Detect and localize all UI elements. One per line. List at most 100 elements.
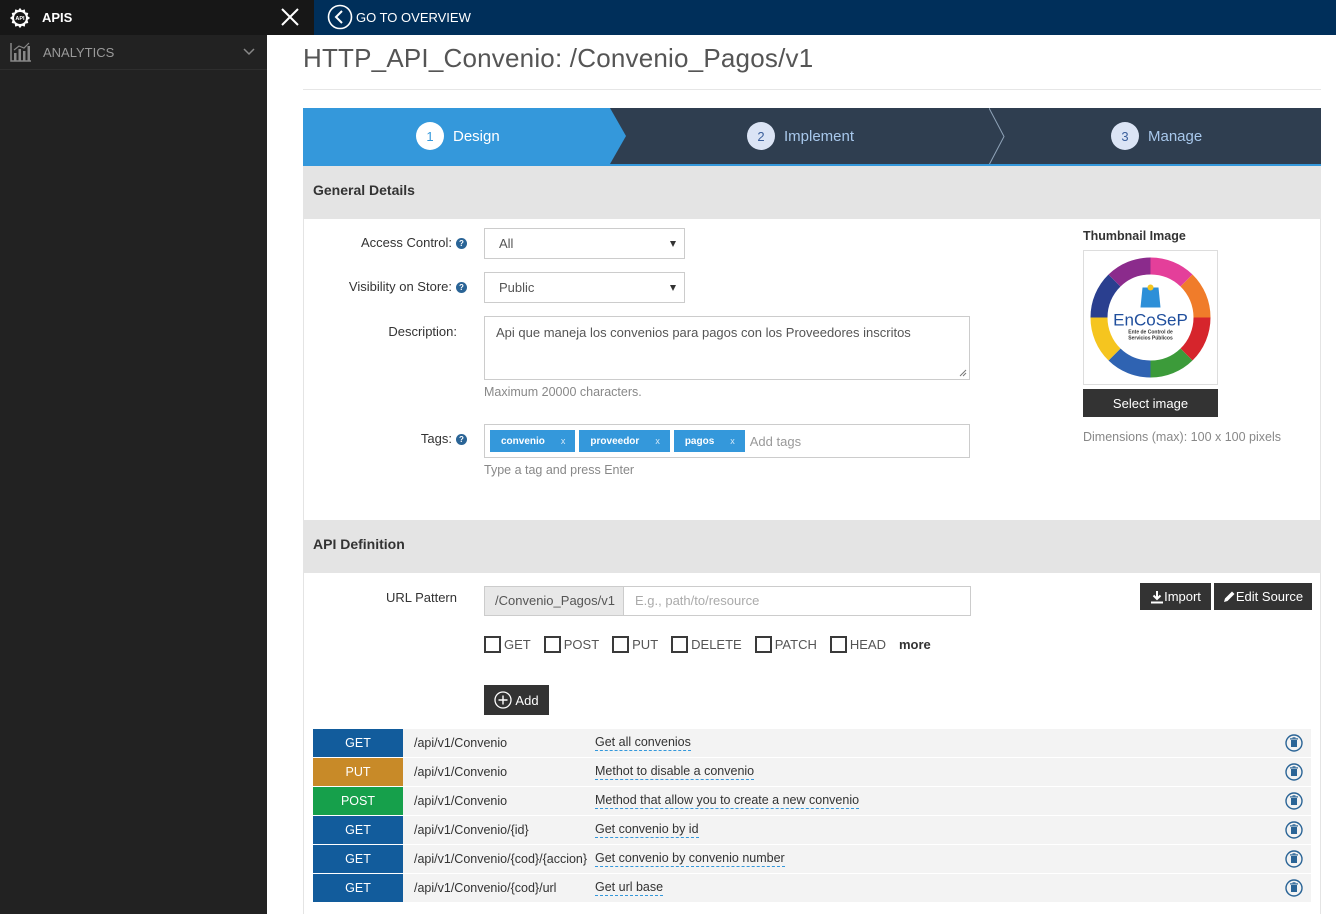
step-label: Design: [453, 127, 500, 145]
encosep-logo-icon: EnCoSeP Ente de Control de Servicios Púb…: [1088, 255, 1213, 380]
resource-row[interactable]: POST/api/v1/Convenio Method that allow yo…: [313, 787, 1311, 816]
http-verb-badge[interactable]: POST: [313, 787, 403, 815]
tag-chip: pagos x: [673, 430, 745, 452]
add-tags-placeholder[interactable]: Add tags: [750, 434, 801, 449]
trash-icon[interactable]: [1285, 734, 1303, 752]
url-pattern-input[interactable]: E.g., path/to/resource: [624, 586, 971, 616]
logo-text: EnCoSeP: [1113, 311, 1188, 330]
step-number: 1: [416, 122, 444, 150]
wizard-step-design[interactable]: 1 Design: [416, 122, 500, 150]
close-icon[interactable]: [279, 6, 301, 28]
sidebar-apis-label: APIS: [42, 10, 73, 25]
resource-row[interactable]: GET/api/v1/Convenio/{cod}/{accion} Get co…: [313, 845, 1311, 874]
divider: [303, 89, 1321, 90]
method-checkbox-delete[interactable]: DELETE: [671, 636, 742, 653]
gear-icon: API: [9, 7, 31, 28]
go-to-overview-link[interactable]: GO TO OVERVIEW: [327, 4, 471, 30]
step-label: Manage: [1148, 127, 1203, 145]
sidebar: API APIS ANALYTICS: [0, 0, 267, 914]
resource-row[interactable]: GET/api/v1/Convenio Get all convenios: [313, 729, 1311, 758]
http-verb-badge[interactable]: GET: [313, 729, 403, 757]
resource-description[interactable]: Get all convenios: [595, 735, 691, 751]
sidebar-item-analytics[interactable]: ANALYTICS: [0, 35, 267, 70]
resource-path: /api/v1/Convenio: [414, 736, 508, 750]
wizard-steps: 1 Design 2 Implement 3 Manage: [303, 108, 1321, 165]
tags-hint: Type a tag and press Enter: [484, 463, 635, 477]
api-definition-heading[interactable]: API Definition: [303, 520, 1321, 573]
url-prefix: /Convenio_Pagos/v1: [484, 586, 624, 616]
checkbox[interactable]: [829, 636, 847, 653]
resource-row[interactable]: GET/api/v1/Convenio/{id} Get convenio by …: [313, 816, 1311, 845]
help-icon[interactable]: ?: [456, 282, 467, 293]
caret-down-icon: [670, 285, 676, 291]
resource-description[interactable]: Get convenio by id: [595, 822, 699, 838]
resource-row[interactable]: PUT/api/v1/Convenio Methot to disable a c…: [313, 758, 1311, 787]
resource-description[interactable]: Get convenio by convenio number: [595, 851, 785, 867]
method-checkbox-get[interactable]: GET: [484, 636, 531, 653]
checkbox[interactable]: [543, 636, 561, 653]
more-methods-link[interactable]: more: [899, 637, 931, 652]
tag-remove-icon[interactable]: x: [730, 436, 735, 446]
resource-description[interactable]: Methot to disable a convenio: [595, 764, 755, 780]
tag-chip: proveedor x: [579, 430, 670, 452]
visibility-select[interactable]: Public: [484, 272, 685, 303]
chevron-down-icon: [243, 48, 255, 56]
import-button[interactable]: Import: [1140, 583, 1211, 610]
http-methods: GET POST PUT DELETE PATCH HEAD more: [484, 636, 931, 653]
thumbnail-image: EnCoSeP Ente de Control de Servicios Púb…: [1083, 250, 1218, 385]
svg-text:API: API: [15, 16, 25, 22]
access-control-select[interactable]: All: [484, 228, 685, 259]
thumbnail-dimensions: Dimensions (max): 100 x 100 pixels: [1083, 430, 1281, 444]
wizard-step-manage[interactable]: 3 Manage: [1111, 122, 1202, 150]
method-label: DELETE: [691, 637, 742, 652]
select-image-button[interactable]: Select image: [1083, 389, 1218, 417]
resource-description[interactable]: Get url base: [595, 880, 664, 896]
general-details-heading[interactable]: General Details: [303, 166, 1321, 219]
checkbox[interactable]: [612, 636, 630, 653]
tag-label: pagos: [684, 435, 715, 447]
http-verb-badge[interactable]: GET: [313, 845, 403, 873]
checkbox[interactable]: [484, 636, 501, 653]
visibility-label-text: Visibility on Store:: [348, 279, 452, 294]
resize-grip-icon[interactable]: [959, 369, 967, 377]
sidebar-header[interactable]: API APIS: [0, 0, 267, 35]
tags-input[interactable]: convenio x proveedor x pagos x Add tags: [484, 424, 970, 458]
caret-down-icon: [670, 241, 676, 247]
tag-remove-icon[interactable]: x: [561, 436, 566, 446]
step-label: Implement: [784, 127, 855, 145]
http-verb-badge[interactable]: PUT: [313, 758, 403, 786]
trash-icon[interactable]: [1285, 850, 1303, 868]
method-checkbox-patch[interactable]: PATCH: [754, 636, 817, 653]
trash-icon[interactable]: [1285, 792, 1303, 810]
trash-icon[interactable]: [1285, 763, 1303, 781]
tag-chip: convenio x: [490, 430, 576, 452]
pencil-icon: [1223, 591, 1235, 602]
help-icon[interactable]: ?: [456, 434, 467, 445]
tag-remove-icon[interactable]: x: [655, 436, 660, 446]
wizard-step-implement[interactable]: 2 Implement: [747, 122, 854, 150]
access-control-value: All: [499, 236, 514, 251]
http-verb-badge[interactable]: GET: [313, 816, 403, 844]
description-textarea[interactable]: Api que maneja los convenios para pagos …: [484, 316, 970, 380]
resource-description[interactable]: Method that allow you to create a new co…: [595, 793, 860, 809]
resource-path: /api/v1/Convenio/{cod}/{accion}: [414, 852, 588, 866]
add-resource-button[interactable]: Add: [484, 685, 549, 715]
http-verb-badge[interactable]: GET: [313, 874, 403, 902]
resource-path: /api/v1/Convenio/{cod}/url: [414, 881, 557, 895]
resource-row[interactable]: GET/api/v1/Convenio/{cod}/url Get url bas…: [313, 874, 1311, 903]
sidebar-toggle-area: [267, 0, 314, 35]
checkbox[interactable]: [671, 636, 689, 653]
method-checkbox-head[interactable]: HEAD: [829, 636, 886, 653]
method-checkbox-post[interactable]: POST: [543, 636, 599, 653]
trash-icon[interactable]: [1285, 821, 1303, 839]
method-checkbox-put[interactable]: PUT: [612, 636, 658, 653]
sidebar-item-label: ANALYTICS: [43, 44, 115, 60]
edit-source-button[interactable]: Edit Source: [1214, 583, 1312, 610]
help-icon[interactable]: ?: [456, 238, 467, 249]
checkbox[interactable]: [754, 636, 772, 653]
step-number: 2: [747, 122, 775, 150]
trash-icon[interactable]: [1285, 879, 1303, 897]
method-label: GET: [504, 637, 531, 652]
thumbnail-label: Thumbnail Image: [1083, 229, 1186, 243]
add-button-label: Add: [515, 692, 539, 708]
